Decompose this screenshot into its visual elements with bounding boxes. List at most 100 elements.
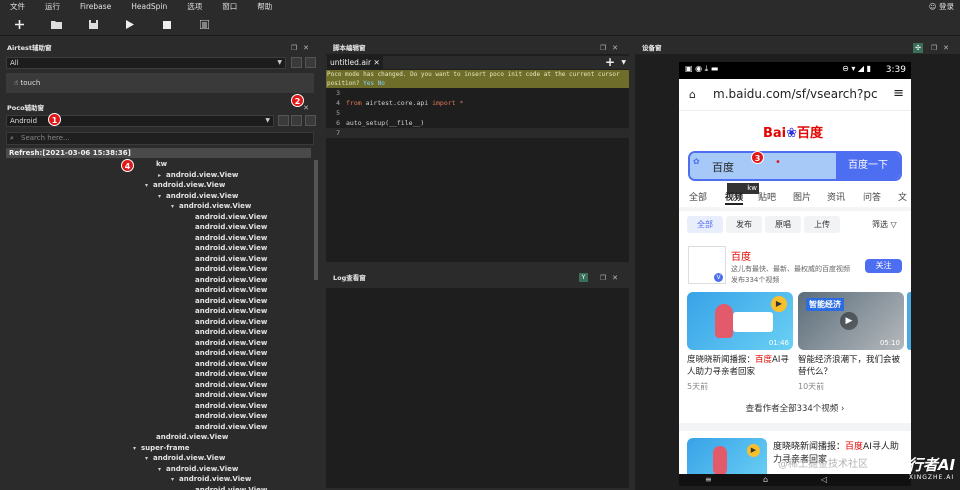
tree-node[interactable]: android.view.View xyxy=(195,327,267,338)
expand-arrow-icon[interactable]: ▾ xyxy=(171,202,179,213)
poco-lock-button[interactable] xyxy=(278,115,289,126)
tab-images[interactable]: 图片 xyxy=(793,190,811,203)
tree-node[interactable]: ▾ android.view.View xyxy=(145,180,225,191)
code-line[interactable]: 5 xyxy=(326,108,629,118)
expand-arrow-icon[interactable]: ▾ xyxy=(145,454,153,465)
airtest-item-touch[interactable]: ☝ touch xyxy=(6,73,314,93)
video-title-2[interactable]: 智能经济浪潮下，我们会被替代么？ xyxy=(798,354,904,378)
tree-node[interactable]: android.view.View xyxy=(195,369,267,380)
banner-yes-link[interactable]: Yes xyxy=(363,80,374,87)
menu-file[interactable]: 文件 xyxy=(0,0,35,14)
expand-arrow-icon[interactable]: ▾ xyxy=(158,192,166,203)
stop-button[interactable] xyxy=(161,19,173,31)
tree-node[interactable]: ▾ android.view.View xyxy=(171,474,251,485)
tab-more[interactable]: 文 xyxy=(898,190,907,203)
home-nav-icon[interactable]: ⌂ xyxy=(763,474,768,486)
tab-all[interactable]: 全部 xyxy=(689,190,707,203)
poco-mode-select[interactable]: Android ▼ xyxy=(6,115,274,127)
tree-node[interactable]: ▾ android.view.View xyxy=(171,201,251,212)
menu-options[interactable]: 选项 xyxy=(177,0,212,14)
author-avatar[interactable]: V xyxy=(688,246,726,284)
browser-menu-icon[interactable]: ≡ xyxy=(893,86,904,101)
airtest-add-button[interactable] xyxy=(291,57,302,68)
tree-node[interactable]: android.view.View xyxy=(195,485,267,490)
tree-node[interactable]: android.view.View xyxy=(195,243,267,254)
login-button[interactable]: ☺ 登录 xyxy=(929,0,954,14)
tree-node[interactable]: ▾ android.view.View xyxy=(158,464,238,475)
author-name[interactable]: 百度 xyxy=(731,248,751,263)
back-icon[interactable]: ◁ xyxy=(821,474,827,486)
chip-all[interactable]: 全部 xyxy=(687,216,723,233)
code-line[interactable]: 7 xyxy=(326,128,629,138)
tree-node[interactable]: android.view.View xyxy=(195,359,267,370)
tab-untitled[interactable]: untitled.air ✕ xyxy=(327,56,383,69)
view-all-videos-link[interactable]: 查看作者全部334个视频 › xyxy=(679,402,911,414)
menu-run[interactable]: 运行 xyxy=(35,0,70,14)
tree-node[interactable]: ▾ super-frame xyxy=(133,443,190,454)
tab-video[interactable]: 视频 xyxy=(725,190,744,205)
tree-node[interactable]: android.view.View xyxy=(195,338,267,349)
tree-node[interactable]: android.view.View xyxy=(195,380,267,391)
tree-node[interactable]: android.view.View xyxy=(195,422,267,433)
expand-arrow-icon[interactable]: ▾ xyxy=(133,444,141,455)
video-thumbnail-1[interactable]: ▶ 01:46 xyxy=(687,292,793,350)
code-line[interactable]: 4 from airtest.core.api import * xyxy=(326,98,629,108)
tree-node[interactable]: android.view.View xyxy=(195,275,267,286)
open-folder-button[interactable] xyxy=(50,19,62,31)
new-tab-button[interactable]: + xyxy=(605,56,615,69)
tree-node[interactable]: android.view.View xyxy=(195,222,267,233)
tab-tieba[interactable]: 贴吧 xyxy=(758,190,776,203)
chip-publish[interactable]: 发布 xyxy=(726,216,762,233)
run-button[interactable] xyxy=(124,19,136,31)
banner-no-link[interactable]: No xyxy=(378,80,385,87)
tree-node[interactable]: ▸ android.view.View xyxy=(158,170,238,181)
menu-icon[interactable]: ≡ xyxy=(705,474,712,486)
airtest-record-button[interactable] xyxy=(305,57,316,68)
tree-node[interactable]: android.view.View xyxy=(195,390,267,401)
tree-node[interactable]: android.view.View xyxy=(195,254,267,265)
device-screen[interactable]: ▣ ◉ ⤓ ▬ ⊖ ▾ ◢ ▮ 3:39 ⌂ m.baidu.com/sf/vs… xyxy=(679,62,911,486)
home-icon[interactable]: ⌂ xyxy=(689,88,696,101)
expand-arrow-icon[interactable]: ▾ xyxy=(171,475,179,486)
tree-node[interactable]: android.view.View xyxy=(195,401,267,412)
tab-news[interactable]: 资讯 xyxy=(827,190,845,203)
search-submit-button[interactable]: 百度一下 xyxy=(836,153,900,179)
new-file-button[interactable] xyxy=(13,19,25,31)
airtest-filter-select[interactable]: All ▼ xyxy=(6,57,286,69)
tree-node[interactable]: ▾ android.view.View xyxy=(145,453,225,464)
poco-record-button[interactable] xyxy=(305,115,316,126)
menu-firebase[interactable]: Firebase xyxy=(70,0,121,14)
code-line[interactable]: 3 xyxy=(326,88,629,98)
poco-search-input[interactable]: ⌕ Search here... xyxy=(6,132,314,145)
video-thumbnail-2[interactable]: 智能经济 ▶ 05:10 xyxy=(798,292,904,350)
code-area[interactable]: 3 4 from airtest.core.api import * 5 6 auto_s… xyxy=(326,88,629,262)
close-icon[interactable]: ✕ xyxy=(373,58,379,67)
tab-qa[interactable]: 问答 xyxy=(863,190,881,203)
chip-upload[interactable]: 上传 xyxy=(804,216,840,233)
panel-controls[interactable]: ✕ xyxy=(303,102,315,114)
panel-controls[interactable]: ❐✕ xyxy=(600,272,624,284)
tree-node[interactable]: android.view.View xyxy=(195,306,267,317)
panel-controls[interactable]: ❐✕ xyxy=(931,42,955,54)
device-tools-icon[interactable]: ✣ xyxy=(913,43,923,53)
filter-button[interactable]: 筛选 ▽ xyxy=(872,216,897,233)
report-button[interactable] xyxy=(198,19,210,31)
panel-controls[interactable]: ❐✕ xyxy=(291,42,315,54)
url-text[interactable]: m.baidu.com/sf/vsearch?pc xyxy=(713,87,878,101)
tree-node[interactable]: android.view.View xyxy=(195,264,267,275)
tree-node[interactable]: android.view.View xyxy=(195,348,267,359)
log-filter-icon[interactable]: Y xyxy=(579,273,588,282)
tab-menu-button[interactable]: ▼ xyxy=(621,56,626,69)
tree-node[interactable]: android.view.View xyxy=(195,233,267,244)
panel-controls[interactable]: ❐✕ xyxy=(600,42,624,54)
tree-node[interactable]: android.view.View xyxy=(156,432,228,443)
tree-node[interactable]: android.view.View xyxy=(195,285,267,296)
expand-arrow-icon[interactable]: ▾ xyxy=(158,465,166,476)
tree-node[interactable]: kw xyxy=(156,159,167,170)
menu-help[interactable]: 帮助 xyxy=(247,0,282,14)
video-title-1[interactable]: 度晓晓新闻播报：百度AI寻人助力寻亲者回家 xyxy=(687,354,793,378)
menu-window[interactable]: 窗口 xyxy=(212,0,247,14)
expand-arrow-icon[interactable]: ▾ xyxy=(145,181,153,192)
follow-button[interactable]: 关注 xyxy=(865,259,902,273)
code-line[interactable]: 6 auto_setup(__file__) xyxy=(326,118,629,128)
